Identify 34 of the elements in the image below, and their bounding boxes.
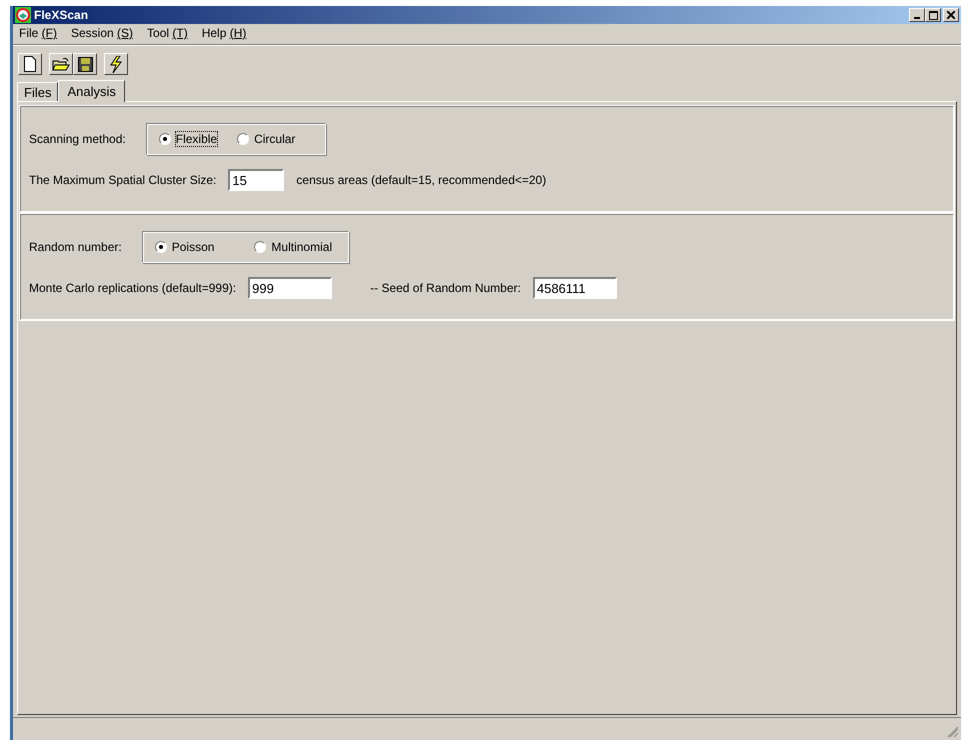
field-label: Monte Carlo replications (default=999):	[29, 281, 236, 295]
new-file-button[interactable]	[18, 53, 42, 75]
input-field[interactable]: 15	[228, 169, 284, 191]
field-label: Random number:	[29, 240, 122, 254]
lightning-button[interactable]	[104, 53, 128, 75]
hint-text: census areas (default=15, recommended<=20)	[296, 173, 546, 187]
menu-item[interactable]: Session (S)	[71, 26, 134, 42]
radio-option[interactable]: Multinomial	[254, 240, 332, 254]
menu-item[interactable]: Help (H)	[202, 26, 246, 42]
maximize-button[interactable]	[925, 8, 941, 22]
maximize-icon	[928, 10, 938, 20]
field-label: -- Seed of Random Number:	[370, 281, 521, 295]
field-label: The Maximum Spatial Cluster Size:	[29, 173, 216, 187]
tab[interactable]: Analysis	[58, 80, 125, 102]
lightning-icon	[109, 56, 123, 72]
close-icon	[947, 11, 955, 19]
radio-option[interactable]: Poisson	[154, 240, 214, 254]
save-button[interactable]	[73, 53, 97, 75]
field-label: Scanning method:	[29, 132, 126, 146]
tab[interactable]: Files	[17, 82, 58, 101]
open-folder-button[interactable]	[49, 53, 73, 75]
input-field[interactable]: 999	[248, 277, 332, 299]
radio-option[interactable]: Circular	[237, 132, 296, 146]
menu-item[interactable]: File (F)	[19, 26, 57, 42]
window-title: FleXScan	[34, 8, 88, 22]
minimize-button[interactable]	[909, 8, 925, 22]
blank-page-icon	[23, 56, 37, 72]
input-field[interactable]: 4586111	[532, 277, 617, 299]
app-icon	[15, 7, 31, 23]
folder-icon	[52, 56, 70, 72]
radio-option[interactable]: Flexible	[158, 132, 218, 146]
menu-item[interactable]: Tool (T)	[147, 26, 188, 42]
resize-grip-icon	[947, 726, 959, 738]
close-button[interactable]	[943, 8, 959, 22]
